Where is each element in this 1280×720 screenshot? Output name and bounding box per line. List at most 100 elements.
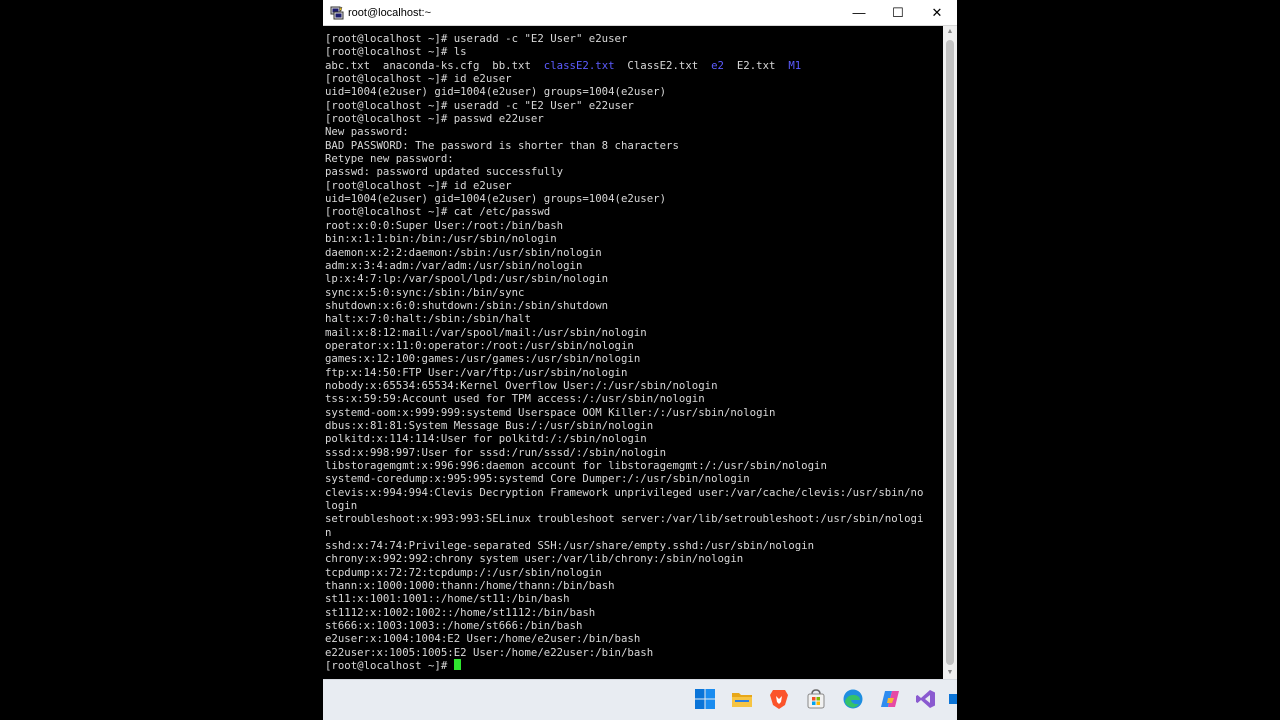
terminal-text: e22user:x:1005:1005:E2 User:/home/e22use… bbox=[325, 645, 654, 659]
scrollbar-thumb[interactable] bbox=[946, 40, 954, 665]
terminal-text: clevis:x:994:994:Clevis Decryption Frame… bbox=[325, 485, 924, 499]
terminal-text: halt:x:7:0:halt:/sbin:/sbin/halt bbox=[325, 312, 531, 326]
terminal-line: e22user:x:1005:1005:E2 User:/home/e22use… bbox=[325, 646, 923, 659]
terminal-text: root:x:0:0:Super User:/root:/bin/bash bbox=[325, 218, 564, 232]
terminal-text: dbus:x:81:81:System Message Bus:/:/usr/s… bbox=[325, 418, 654, 432]
directory-name: M1 bbox=[788, 58, 802, 72]
terminal-text: login bbox=[325, 499, 358, 513]
brave-browser-icon[interactable] bbox=[768, 688, 790, 710]
maximize-button[interactable]: ☐ bbox=[879, 0, 917, 25]
windows-start-icon[interactable] bbox=[694, 688, 716, 710]
terminal-text: st11:x:1001:1001::/home/st11:/bin/bash bbox=[325, 592, 570, 606]
scroll-up-arrow-icon[interactable]: ▲ bbox=[943, 26, 957, 38]
terminal-line: tss:x:59:59:Account used for TPM access:… bbox=[325, 392, 923, 405]
terminal-text: daemon:x:2:2:daemon:/sbin:/usr/sbin/nolo… bbox=[325, 245, 602, 259]
terminal-line: systemd-oom:x:999:999:systemd Userspace … bbox=[325, 406, 923, 419]
terminal-text: [root@localhost ~]# cat /etc/passwd bbox=[325, 205, 551, 219]
terminal-text: games:x:12:100:games:/usr/games:/usr/sbi… bbox=[325, 352, 641, 366]
terminal-text: [root@localhost ~]# passwd e22user bbox=[325, 112, 544, 126]
terminal-line: tcpdump:x:72:72:tcpdump:/:/usr/sbin/nolo… bbox=[325, 566, 923, 579]
terminal-line: bin:x:1:1:bin:/bin:/usr/sbin/nologin bbox=[325, 232, 923, 245]
terminal-line: chrony:x:992:992:chrony system user:/var… bbox=[325, 552, 923, 565]
terminal-text: sssd:x:998:997:User for sssd:/run/sssd/:… bbox=[325, 445, 667, 459]
file-explorer-icon[interactable] bbox=[731, 688, 753, 710]
terminal-line: [root@localhost ~]# id e2user bbox=[325, 179, 923, 192]
directory-name: classE2.txt bbox=[543, 58, 615, 72]
terminal-line: daemon:x:2:2:daemon:/sbin:/usr/sbin/nolo… bbox=[325, 246, 923, 259]
terminal-line: st1112:x:1002:1002::/home/st1112:/bin/ba… bbox=[325, 606, 923, 619]
terminal-line: operator:x:11:0:operator:/root:/usr/sbin… bbox=[325, 339, 923, 352]
terminal-text: [root@localhost ~]# ls bbox=[325, 45, 467, 59]
terminal-text: st1112:x:1002:1002::/home/st1112:/bin/ba… bbox=[325, 605, 596, 619]
terminal-text: systemd-coredump:x:995:995:systemd Core … bbox=[325, 472, 750, 486]
terminal-line: sssd:x:998:997:User for sssd:/run/sssd/:… bbox=[325, 446, 923, 459]
visual-studio-icon[interactable] bbox=[915, 688, 937, 710]
terminal-line: lp:x:4:7:lp:/var/spool/lpd:/usr/sbin/nol… bbox=[325, 272, 923, 285]
terminal-text: shutdown:x:6:0:shutdown:/sbin:/sbin/shut… bbox=[325, 298, 609, 312]
close-icon: ✕ bbox=[931, 5, 943, 20]
terminal-text: bin:x:1:1:bin:/bin:/usr/sbin/nologin bbox=[325, 232, 557, 246]
window-title: root@localhost:~ bbox=[348, 7, 432, 19]
directory-name: e2 bbox=[711, 58, 724, 72]
putty-app-icon[interactable] bbox=[330, 6, 344, 20]
minimize-button[interactable]: — bbox=[840, 0, 878, 25]
terminal-text: systemd-oom:x:999:999:systemd Userspace … bbox=[325, 405, 776, 419]
terminal-line: root:x:0:0:Super User:/root:/bin/bash bbox=[325, 219, 923, 232]
terminal-line: halt:x:7:0:halt:/sbin:/sbin/halt bbox=[325, 312, 923, 325]
terminal-line: thann:x:1000:1000:thann:/home/thann:/bin… bbox=[325, 579, 923, 592]
title-bar[interactable]: root@localhost:~ — ☐ ✕ bbox=[323, 0, 957, 26]
terminal-text: mail:x:8:12:mail:/var/spool/mail:/usr/sb… bbox=[325, 325, 647, 339]
vertical-scrollbar[interactable]: ▲ ▼ bbox=[943, 26, 957, 679]
terminal-text: uid=1004(e2user) gid=1004(e2user) groups… bbox=[325, 85, 667, 99]
terminal-line: st666:x:1003:1003::/home/st666:/bin/bash bbox=[325, 619, 923, 632]
terminal-line: ftp:x:14:50:FTP User:/var/ftp:/usr/sbin/… bbox=[325, 366, 923, 379]
terminal-line: sshd:x:74:74:Privilege-separated SSH:/us… bbox=[325, 539, 923, 552]
terminal-text: [root@localhost ~]# useradd -c "E2 User"… bbox=[325, 32, 628, 45]
close-button[interactable]: ✕ bbox=[918, 0, 956, 25]
copilot-icon[interactable] bbox=[879, 688, 901, 710]
terminal-line: systemd-coredump:x:995:995:systemd Core … bbox=[325, 472, 923, 485]
terminal-text: e2user:x:1004:1004:E2 User:/home/e2user:… bbox=[325, 632, 641, 646]
terminal-text: sshd:x:74:74:Privilege-separated SSH:/us… bbox=[325, 539, 815, 553]
terminal-line: [root@localhost ~]# id e2user bbox=[325, 72, 923, 85]
taskbar bbox=[323, 679, 957, 720]
terminal-text: st666:x:1003:1003::/home/st666:/bin/bash bbox=[325, 619, 583, 633]
terminal-line: abc.txt anaconda-ks.cfg bb.txt classE2.t… bbox=[325, 59, 923, 72]
terminal-text: n bbox=[325, 525, 332, 539]
terminal-text: New password: bbox=[325, 125, 409, 139]
terminal-text: [root@localhost ~]# id e2user bbox=[325, 72, 512, 86]
terminal-line: n bbox=[325, 526, 923, 539]
terminal-line: setroubleshoot:x:993:993:SELinux trouble… bbox=[325, 512, 923, 525]
scroll-down-arrow-icon[interactable]: ▼ bbox=[943, 667, 957, 679]
terminal-line: [root@localhost ~]# bbox=[325, 659, 923, 672]
terminal-text: abc.txt anaconda-ks.cfg bb.txt bbox=[325, 58, 544, 72]
terminal-line: games:x:12:100:games:/usr/games:/usr/sbi… bbox=[325, 352, 923, 365]
terminal-line: uid=1004(e2user) gid=1004(e2user) groups… bbox=[325, 85, 923, 98]
terminal-line: [root@localhost ~]# passwd e22user bbox=[325, 112, 923, 125]
terminal-line: New password: bbox=[325, 125, 923, 138]
terminal-text: adm:x:3:4:adm:/var/adm:/usr/sbin/nologin bbox=[325, 258, 583, 272]
terminal-text: [root@localhost ~]# bbox=[325, 659, 454, 673]
terminal-text: passwd: password updated successfully bbox=[325, 165, 564, 179]
terminal-text: lp:x:4:7:lp:/var/spool/lpd:/usr/sbin/nol… bbox=[325, 272, 609, 286]
terminal-text: nobody:x:65534:65534:Kernel Overflow Use… bbox=[325, 378, 718, 392]
terminal-line: polkitd:x:114:114:User for polkitd:/:/sb… bbox=[325, 432, 923, 445]
terminal-text: E2.txt bbox=[723, 58, 789, 72]
terminal-line: shutdown:x:6:0:shutdown:/sbin:/sbin/shut… bbox=[325, 299, 923, 312]
terminal-text: BAD PASSWORD: The password is shorter th… bbox=[325, 138, 679, 152]
terminal-line: st11:x:1001:1001::/home/st11:/bin/bash bbox=[325, 592, 923, 605]
terminal-text: ftp:x:14:50:FTP User:/var/ftp:/usr/sbin/… bbox=[325, 365, 628, 379]
terminal-line: mail:x:8:12:mail:/var/spool/mail:/usr/sb… bbox=[325, 326, 923, 339]
edge-browser-icon[interactable] bbox=[842, 688, 864, 710]
terminal-line: BAD PASSWORD: The password is shorter th… bbox=[325, 139, 923, 152]
terminal-text: uid=1004(e2user) gid=1004(e2user) groups… bbox=[325, 192, 667, 206]
terminal-line: adm:x:3:4:adm:/var/adm:/usr/sbin/nologin bbox=[325, 259, 923, 272]
maximize-icon: ☐ bbox=[892, 5, 904, 20]
microsoft-store-icon[interactable] bbox=[805, 688, 827, 710]
terminal-text: operator:x:11:0:operator:/root:/usr/sbin… bbox=[325, 338, 634, 352]
terminal-line: [root@localhost ~]# ls bbox=[325, 45, 923, 58]
minimize-icon: — bbox=[852, 5, 866, 20]
terminal-line: e2user:x:1004:1004:E2 User:/home/e2user:… bbox=[325, 632, 923, 645]
terminal-output[interactable]: [root@localhost ~]# useradd -c "E2 User"… bbox=[323, 26, 943, 679]
overflow-app-icon[interactable] bbox=[947, 688, 957, 710]
